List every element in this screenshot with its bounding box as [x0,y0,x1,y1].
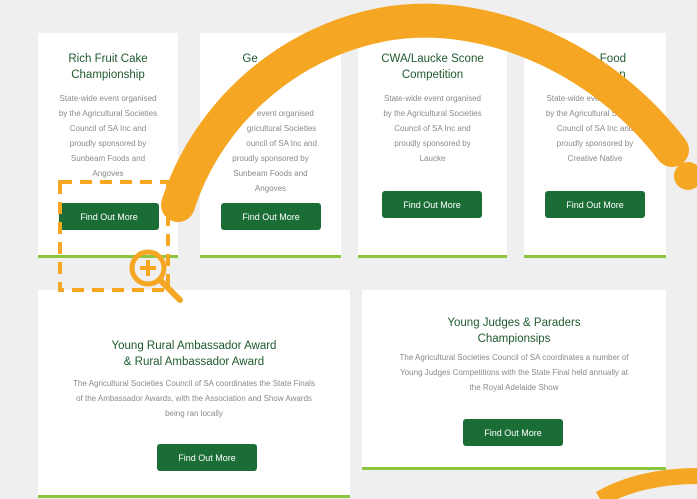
desc-line: proudly sponsored by [69,139,147,148]
card-title: Rich Fruit Cake Championship [44,51,172,83]
desc-line: Council of SA Inc and [69,124,147,133]
find-out-more-button[interactable]: Find Out More [59,203,159,230]
desc-line: The Agricultural Societies Council of SA… [73,379,315,388]
card-young-rural-ambassador: Young Rural Ambassador Award & Rural Amb… [38,290,350,498]
desc-line: proudly sponsored by [556,139,634,148]
card-title: Ge ie ition [206,51,335,83]
card-young-judges-paraders: Young Judges & Paraders Championsips The… [362,290,666,470]
card-title-line1: Young Judges & Paraders [447,317,581,329]
desc-line: Council of SA Inc and [556,124,634,133]
card-description: The Agricultural Societies Council of SA… [52,376,336,421]
card-title-line1: Rich Fruit Cake [68,53,148,65]
find-out-more-button[interactable]: Find Out More [221,203,321,230]
desc-line: by the Agricultural Societies [383,109,482,118]
desc-line: ouncil of SA Inc and [224,139,317,148]
desc-line: the Royal Adelaide Show [469,383,559,392]
card-description: State-wide event organised by the Agricu… [366,91,499,166]
desc-line: Creative Native [567,154,623,163]
find-out-more-button[interactable]: Find Out More [382,191,482,218]
find-out-more-button[interactable]: Find Out More [463,419,563,446]
desc-line: Angoves [92,169,124,178]
card-description: State-wide event organised by the Agricu… [46,91,170,181]
desc-line: Laucke [419,154,446,163]
card-title-line1: Native Food [563,53,626,65]
card-native-food: Native Food Competition State-wide event… [524,33,666,258]
card-title-line1: Young Rural Ambassador Award [111,340,277,352]
desc-line: Young Judges Competitions with the State… [400,368,628,377]
card-title: Young Judges & Paraders Championsips [382,315,646,347]
card-description: The Agricultural Societies Council of SA… [380,350,648,395]
card-title-line2: Championship [71,69,145,81]
orange-arc-bottom [595,468,697,499]
desc-line: of the Ambassador Awards, with the Assoc… [76,394,312,403]
desc-line: proudly sponsored by [394,139,471,148]
card-title: Native Food Competition [530,51,660,83]
desc-line: being ran locally [165,409,223,418]
desc-line: State-wide event organised [59,94,157,103]
desc-line: State-wide event organised [384,94,481,103]
desc-line: Sunbeam Foods and [70,154,146,163]
card-title-line2: Competition [401,69,464,81]
desc-line: State-wide event organised [546,94,644,103]
find-out-more-button[interactable]: Find Out More [545,191,645,218]
card-description: State-wide event organised by the Agricu… [532,91,658,166]
card-title-line1: Ge ie [242,53,299,65]
card-title-line2: ition [247,69,294,81]
desc-line: by the Agricultural Societies [545,109,645,118]
orange-blob-right [674,162,697,190]
card-description: St event organised gricultural Societies… [208,91,333,211]
desc-line: by the Agricultural Societies [58,109,158,118]
desc-line: gricultural Societies [224,124,317,133]
desc-line: St event organised [227,109,314,118]
desc-line: The Agricultural Societies Council of SA… [399,353,629,362]
find-out-more-button[interactable]: Find Out More [157,444,257,471]
card-title-line2: Championsips [477,333,551,345]
desc-line: proudly sponsored by [232,154,309,163]
card-title-line2: & Rural Ambassador Award [123,356,265,368]
card-title: Young Rural Ambassador Award & Rural Amb… [58,338,330,370]
card-title-line2: Competition [564,69,626,81]
desc-line: Angoves [254,184,287,193]
desc-line: Sunbeam Foods and [233,169,308,178]
card-cwa-laucke-scone: CWA/Laucke Scone Competition State-wide … [358,33,507,258]
card-competition-2: Ge ie ition St event organised gricultur… [200,33,341,258]
card-title-line1: CWA/Laucke Scone [381,53,484,65]
desc-line: Council of SA Inc and [394,124,471,133]
card-rich-fruit-cake: Rich Fruit Cake Championship State-wide … [38,33,178,258]
card-title: CWA/Laucke Scone Competition [364,51,501,83]
